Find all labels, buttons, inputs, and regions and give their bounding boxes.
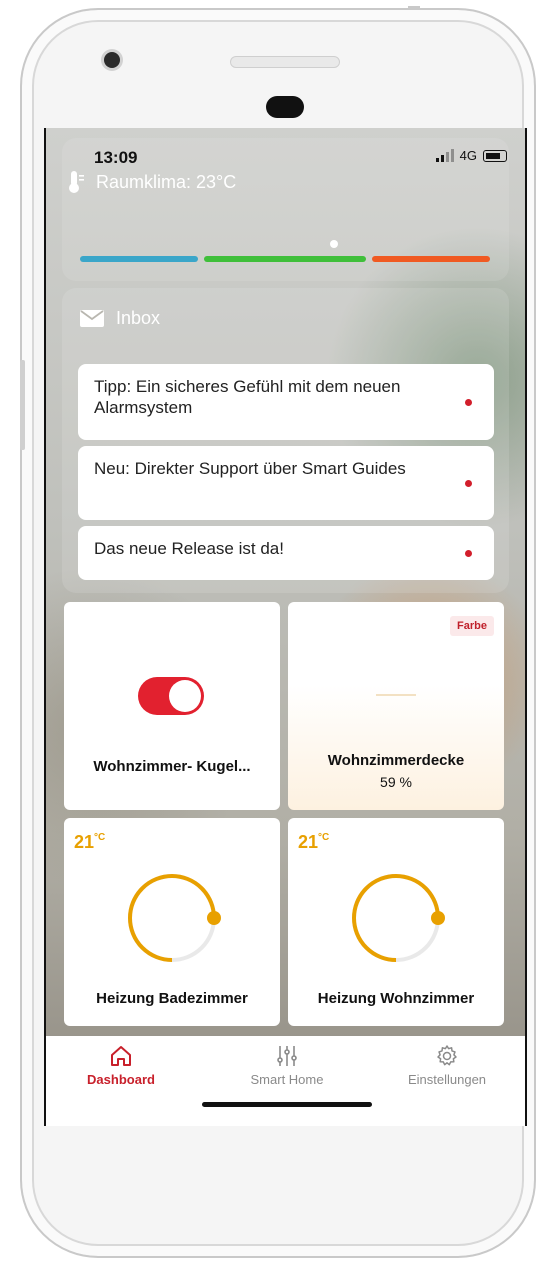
temp-unit: °C <box>318 832 330 843</box>
proximity-sensor <box>266 96 304 118</box>
device-tile-dimmer[interactable]: Farbe Wohnzimmerdecke 59 % <box>288 602 504 810</box>
thermostat-handle[interactable] <box>431 911 445 925</box>
toggle-knob <box>169 680 201 712</box>
home-icon <box>111 1046 131 1066</box>
nav-smart-home[interactable]: Smart Home <box>212 1044 362 1087</box>
message-text: Das neue Release ist da! <box>94 539 284 558</box>
thermostat-dial[interactable] <box>122 868 222 968</box>
device-name: Wohnzimmer- Kugel... <box>93 758 251 775</box>
thermostat-dial[interactable] <box>346 868 446 968</box>
temp-number: 21 <box>298 832 319 852</box>
device-name: Wohnzimmerdecke <box>327 752 465 769</box>
temperature-value: 21°C <box>298 832 329 853</box>
thermometer-icon <box>69 171 84 193</box>
brightness-value: 59 % <box>380 774 412 790</box>
inbox-title: Inbox <box>116 308 161 328</box>
temperature-value: 21°C <box>74 832 105 853</box>
inbox-card: Inbox Tipp: Ein sicheres Gefühl mit dem … <box>62 288 509 593</box>
message-text: Neu: Direkter Support über Smart Guides <box>94 459 406 478</box>
device-tile-switch[interactable]: Wohnzimmer- Kugel... <box>64 602 280 810</box>
device-tile-thermostat[interactable]: 21°C Heizung Badezimmer <box>64 818 280 1026</box>
nav-label: Smart Home <box>250 1072 324 1087</box>
earpiece-speaker <box>230 56 340 68</box>
status-time: 13:09 <box>94 148 138 167</box>
temp-number: 21 <box>74 832 95 852</box>
level-indicator <box>330 240 339 248</box>
inbox-header[interactable]: Inbox <box>80 308 160 329</box>
phone-button-top <box>408 6 420 10</box>
battery-icon <box>483 149 507 162</box>
device-name: Heizung Badezimmer <box>96 990 248 1007</box>
climate-label: Raumklima: 23°C <box>68 170 236 194</box>
status-indicators: 4G <box>435 148 507 163</box>
nav-settings[interactable]: Einstellungen <box>372 1044 522 1087</box>
inbox-message[interactable]: Das neue Release ist da! <box>78 526 494 580</box>
inbox-message[interactable]: Neu: Direkter Support über Smart Guides <box>78 446 494 520</box>
climate-text: Raumklima: 23°C <box>96 171 237 192</box>
unread-dot <box>465 480 472 487</box>
device-tile-thermostat[interactable]: 21°C Heizung Wohnzimmer <box>288 818 504 1026</box>
level-segment-cold <box>80 256 198 262</box>
color-badge[interactable]: Farbe <box>450 616 494 636</box>
unread-dot <box>465 550 472 557</box>
level-segment-hot <box>372 256 490 262</box>
level-segment-ok <box>204 256 366 262</box>
gear-icon <box>437 1045 457 1066</box>
mail-icon <box>80 310 104 327</box>
thermostat-handle[interactable] <box>207 911 221 925</box>
nav-label: Einstellungen <box>407 1072 487 1087</box>
nav-dashboard[interactable]: Dashboard <box>46 1044 196 1087</box>
phone-side-button <box>20 360 25 450</box>
network-type: 4G <box>459 148 477 163</box>
signal-icon <box>435 149 454 162</box>
bottom-navigation: Dashboard Smart Home Einstellungen <box>46 1036 525 1126</box>
climate-level-bar <box>80 240 490 262</box>
app-screen: 13:09 4G Raumklima: 23°C Inbox Tipp: Ein… <box>44 128 527 1126</box>
power-toggle[interactable] <box>138 677 204 715</box>
temp-unit: °C <box>94 832 106 843</box>
unread-dot <box>465 399 472 406</box>
device-name: Heizung Wohnzimmer <box>317 990 475 1007</box>
brightness-indicator <box>376 694 416 696</box>
nav-label: Dashboard <box>87 1072 155 1087</box>
message-text: Tipp: Ein sicheres Gefühl mit dem neuen … <box>94 377 401 417</box>
front-camera <box>104 52 120 68</box>
inbox-message[interactable]: Tipp: Ein sicheres Gefühl mit dem neuen … <box>78 364 494 440</box>
home-indicator[interactable] <box>202 1102 372 1107</box>
sliders-icon <box>277 1046 297 1066</box>
